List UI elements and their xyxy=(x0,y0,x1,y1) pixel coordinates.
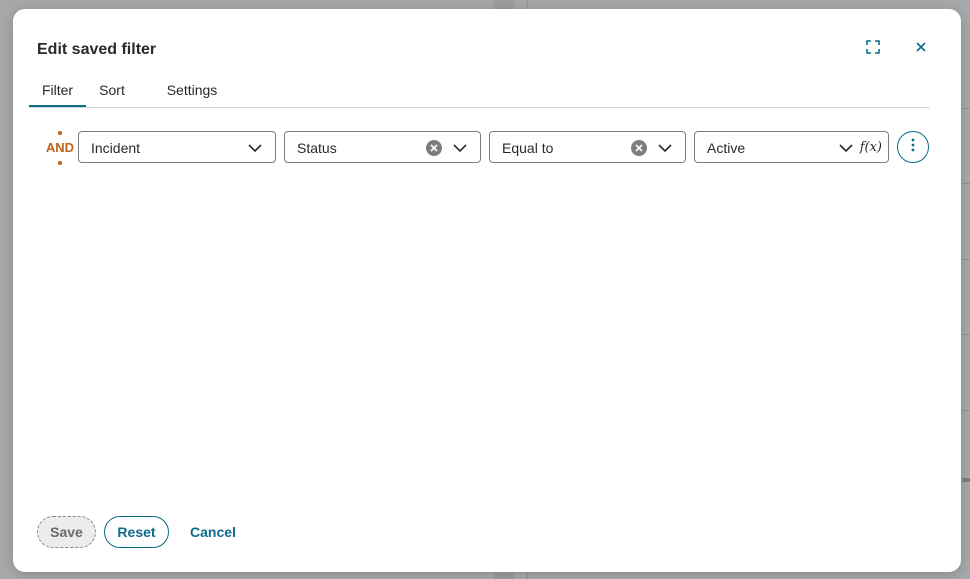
clear-icon[interactable] xyxy=(426,140,442,156)
backdrop-line xyxy=(962,108,970,109)
function-icon[interactable]: f(x) xyxy=(860,140,882,156)
value-select[interactable]: Active f(x) xyxy=(694,131,889,163)
backdrop-line xyxy=(962,259,970,260)
more-vertical-icon xyxy=(911,138,915,157)
expand-button[interactable] xyxy=(861,37,885,61)
conjunction-label: AND xyxy=(45,140,75,155)
close-icon xyxy=(915,40,927,58)
table-select-value: Incident xyxy=(91,140,141,156)
operator-select[interactable]: Equal to xyxy=(489,131,686,163)
connector-dot xyxy=(58,131,62,135)
dialog-tabs: Filter Sort Settings xyxy=(29,81,930,108)
tab-settings[interactable]: Settings xyxy=(162,81,222,105)
clear-icon[interactable] xyxy=(631,140,647,156)
field-select-value: Status xyxy=(297,140,337,156)
save-button[interactable]: Save xyxy=(37,516,96,548)
backdrop-line xyxy=(962,410,970,411)
connector-dot xyxy=(58,161,62,165)
chevron-down-icon xyxy=(838,140,854,156)
more-options-button[interactable] xyxy=(897,131,929,163)
backdrop-line xyxy=(962,478,970,482)
table-select[interactable]: Incident xyxy=(78,131,276,163)
tab-filter[interactable]: Filter xyxy=(29,81,86,107)
expand-icon xyxy=(865,39,881,60)
dialog-title: Edit saved filter xyxy=(37,41,157,58)
value-select-value: Active xyxy=(707,140,746,156)
chevron-down-icon xyxy=(657,140,673,156)
backdrop-line xyxy=(962,183,970,184)
close-button[interactable] xyxy=(909,37,933,61)
tab-sort[interactable]: Sort xyxy=(94,81,130,105)
operator-select-value: Equal to xyxy=(502,140,554,156)
field-select[interactable]: Status xyxy=(284,131,481,163)
conjunction-and[interactable]: AND xyxy=(43,131,77,165)
edit-saved-filter-dialog: Edit saved filter Filter Sort Settings A… xyxy=(13,9,961,572)
chevron-down-icon xyxy=(247,140,263,156)
chevron-down-icon xyxy=(452,140,468,156)
reset-button[interactable]: Reset xyxy=(104,516,169,548)
backdrop-line xyxy=(962,334,970,335)
cancel-button[interactable]: Cancel xyxy=(181,516,245,548)
